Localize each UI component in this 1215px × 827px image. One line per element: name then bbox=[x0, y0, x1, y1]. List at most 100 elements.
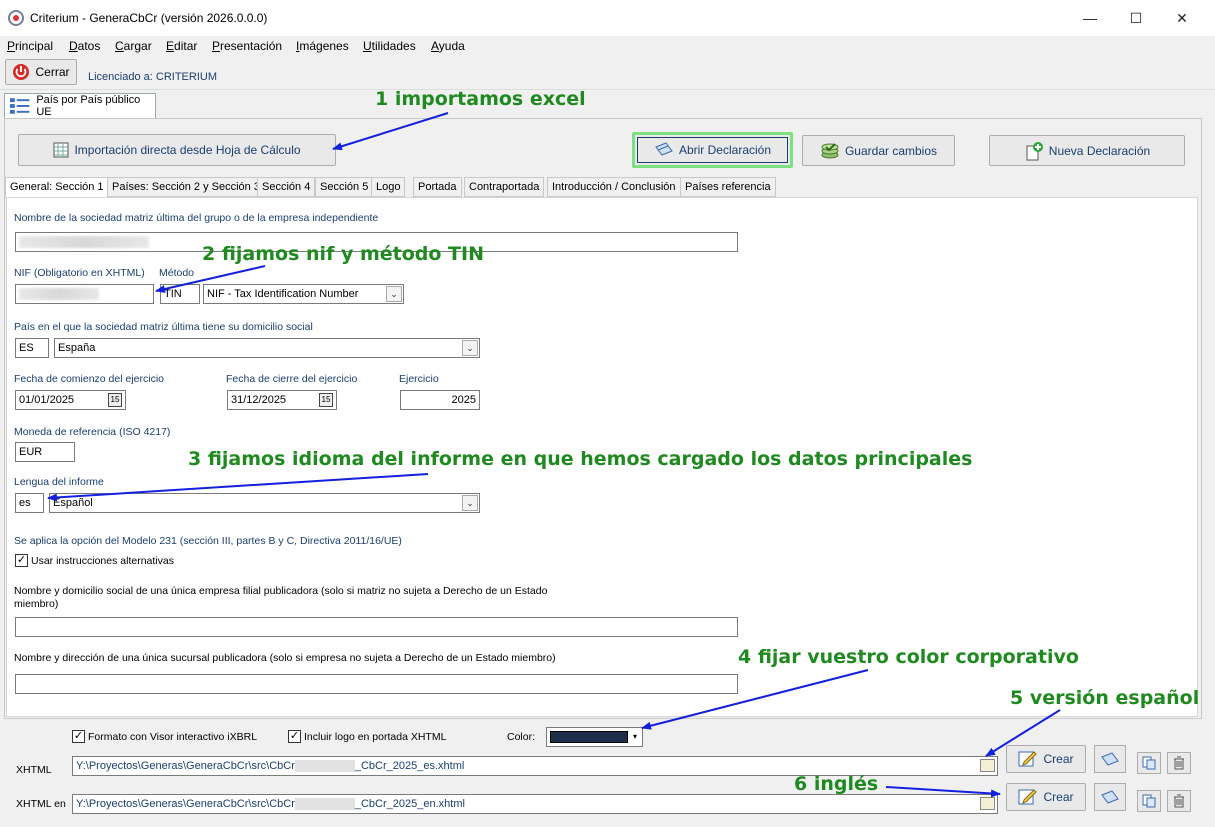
alt-instructions-label: Usar instrucciones alternativas bbox=[31, 555, 174, 567]
branch-label: Nombre y dirección de una única sucursal… bbox=[14, 652, 556, 664]
menu-editar[interactable]: Editar bbox=[166, 39, 197, 53]
method-code-field[interactable]: TIN bbox=[160, 284, 200, 304]
country-select-value: España bbox=[58, 342, 96, 354]
currency-field[interactable]: EUR bbox=[15, 442, 75, 462]
menu-cargar[interactable]: Cargar bbox=[115, 39, 152, 53]
open-document-icon bbox=[1101, 790, 1119, 804]
menu-utilidades[interactable]: Utilidades bbox=[363, 39, 416, 53]
ixbrl-checkbox[interactable]: ✓ bbox=[72, 730, 85, 743]
edit-icon bbox=[1018, 789, 1038, 805]
method-select[interactable]: NIF - Tax Identification Number ⌄ bbox=[203, 284, 404, 304]
branch-field[interactable] bbox=[15, 674, 738, 694]
nif-label: NIF (Obligatorio en XHTML) bbox=[14, 267, 145, 279]
create-es-button[interactable]: Crear bbox=[1006, 745, 1086, 773]
parent-name-label: Nombre de la sociedad matriz última del … bbox=[14, 212, 379, 224]
country-label: País en el que la sociedad matriz última… bbox=[14, 321, 313, 333]
save-changes-button[interactable]: Guardar cambios bbox=[802, 135, 955, 166]
redacted-path bbox=[294, 760, 355, 773]
create-en-label: Crear bbox=[1043, 790, 1074, 804]
window-title: Criterium - GeneraCbCr (versión 2026.0.0… bbox=[30, 11, 268, 25]
import-spreadsheet-button[interactable]: Importación directa desde Hoja de Cálcul… bbox=[18, 134, 336, 166]
tab-seccion-4[interactable]: Sección 4 bbox=[257, 177, 316, 197]
open-en-button[interactable] bbox=[1094, 783, 1126, 811]
tab-logo[interactable]: Logo bbox=[371, 177, 406, 197]
list-icon bbox=[9, 98, 30, 114]
start-date-field[interactable]: 01/01/2025 15 bbox=[15, 390, 126, 410]
copy-icon bbox=[1142, 794, 1156, 808]
copy-es-button[interactable] bbox=[1137, 752, 1161, 774]
start-date-label: Fecha de comienzo del ejercicio bbox=[14, 373, 164, 385]
delete-en-button[interactable] bbox=[1167, 790, 1191, 812]
end-date-value: 31/12/2025 bbox=[231, 394, 287, 406]
tab-introduccion[interactable]: Introducción / Conclusión bbox=[547, 177, 681, 197]
option-231-label: Se aplica la opción del Modelo 231 (secc… bbox=[14, 535, 402, 547]
spreadsheet-icon bbox=[53, 142, 69, 158]
color-picker[interactable]: ▾ bbox=[546, 727, 643, 747]
tab-seccion-5[interactable]: Sección 5 bbox=[315, 177, 374, 197]
chevron-down-icon: ⌄ bbox=[462, 340, 478, 356]
document-tab[interactable]: País por País público UE bbox=[4, 93, 156, 118]
new-declaration-button[interactable]: Nueva Declaración bbox=[989, 135, 1185, 166]
document-tab-label: País por País público UE bbox=[36, 94, 141, 118]
country-select[interactable]: España ⌄ bbox=[54, 338, 480, 358]
tab-general[interactable]: General: Sección 1 bbox=[5, 177, 109, 198]
language-code-field[interactable]: es bbox=[15, 493, 44, 513]
subsidiary-label: Nombre y domicilio social de una única e… bbox=[14, 585, 548, 610]
calendar-icon[interactable]: 15 bbox=[319, 393, 333, 407]
menu-presentacion[interactable]: Presentación bbox=[212, 39, 282, 53]
color-swatch bbox=[550, 731, 628, 743]
save-label: Guardar cambios bbox=[844, 143, 938, 158]
xhtml-en-path-field[interactable]: Y:\Proyectos\Generas\GeneraCbCr\src\CbCr… bbox=[72, 794, 998, 814]
start-date-value: 01/01/2025 bbox=[19, 394, 75, 406]
chevron-down-icon: ⌄ bbox=[462, 495, 478, 511]
maximize-button[interactable]: ☐ bbox=[1113, 4, 1159, 32]
copy-icon bbox=[1142, 756, 1156, 770]
close-app-button[interactable]: Cerrar bbox=[5, 59, 77, 85]
power-icon bbox=[13, 64, 30, 80]
annotation-1: 1 importamos excel bbox=[375, 88, 586, 110]
year-field[interactable]: 2025 bbox=[400, 390, 480, 410]
year-label: Ejercicio bbox=[399, 373, 439, 385]
path-es-start: Y:\Proyectos\Generas\GeneraCbCr\src\CbCr bbox=[76, 760, 295, 772]
save-stack-icon bbox=[821, 142, 839, 158]
subsidiary-field[interactable] bbox=[15, 617, 738, 637]
folder-icon[interactable] bbox=[980, 759, 995, 772]
tab-paises[interactable]: Países: Sección 2 y Sección 3 bbox=[107, 177, 265, 197]
tab-contraportada[interactable]: Contraportada bbox=[464, 177, 545, 197]
country-code-field[interactable]: ES bbox=[15, 338, 49, 358]
tab-portada[interactable]: Portada bbox=[413, 177, 462, 197]
minimize-button[interactable]: — bbox=[1067, 4, 1113, 32]
color-label: Color: bbox=[507, 731, 536, 743]
redacted-name bbox=[19, 236, 149, 248]
annotation-2: 2 fijamos nif y método TIN bbox=[202, 243, 484, 265]
annotation-3: 3 fijamos idioma del informe en que hemo… bbox=[188, 448, 973, 470]
include-logo-checkbox[interactable]: ✓ bbox=[288, 730, 301, 743]
xhtml-label: XHTML bbox=[16, 764, 52, 776]
menu-ayuda[interactable]: Ayuda bbox=[431, 39, 465, 53]
open-es-button[interactable] bbox=[1094, 745, 1126, 773]
create-en-button[interactable]: Crear bbox=[1006, 783, 1086, 811]
menu-datos[interactable]: Datos bbox=[69, 39, 100, 53]
alt-instructions-checkbox[interactable]: ✓ bbox=[15, 554, 28, 567]
tab-paises-referencia[interactable]: Países referencia bbox=[680, 177, 776, 197]
xhtml-en-label: XHTML en bbox=[16, 798, 66, 810]
end-date-label: Fecha de cierre del ejercicio bbox=[226, 373, 358, 385]
language-select[interactable]: Español ⌄ bbox=[49, 493, 480, 513]
close-window-button[interactable]: ✕ bbox=[1159, 4, 1205, 32]
menu-principal[interactable]: Principal bbox=[7, 39, 53, 53]
annotation-4: 4 fijar vuestro color corporativo bbox=[738, 646, 1079, 668]
calendar-icon[interactable]: 15 bbox=[108, 393, 122, 407]
end-date-field[interactable]: 31/12/2025 15 bbox=[227, 390, 337, 410]
menu-imagenes[interactable]: Imágenes bbox=[296, 39, 349, 53]
chevron-down-icon: ⌄ bbox=[386, 286, 402, 302]
trash-icon bbox=[1174, 756, 1184, 770]
close-app-label: Cerrar bbox=[35, 65, 70, 79]
edit-icon bbox=[1018, 751, 1038, 767]
ixbrl-label: Formato con Visor interactivo iXBRL bbox=[88, 731, 258, 743]
delete-es-button[interactable] bbox=[1167, 752, 1191, 774]
open-declaration-button[interactable]: Abrir Declaración bbox=[632, 132, 793, 168]
open-document-icon bbox=[1101, 752, 1119, 766]
folder-icon[interactable] bbox=[980, 797, 995, 810]
copy-en-button[interactable] bbox=[1137, 790, 1161, 812]
method-label: Método bbox=[159, 267, 195, 279]
